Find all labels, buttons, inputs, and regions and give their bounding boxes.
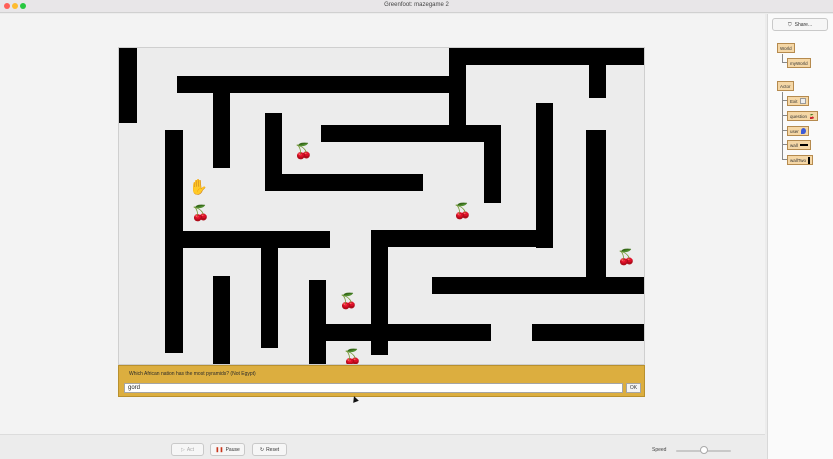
maze-wall [165, 130, 183, 353]
question-icon[interactable]: 🍒 [343, 350, 362, 364]
maze-wall [449, 48, 644, 65]
wall-class[interactable]: wall [787, 140, 811, 150]
maze-wall [321, 125, 501, 142]
window-titlebar: Greenfoot: mazegame 2 [0, 0, 833, 13]
actor-class[interactable]: Actor [777, 81, 794, 91]
exit-image-icon [799, 98, 806, 104]
reset-icon: ↻ [259, 446, 265, 453]
maze-wall [536, 103, 553, 248]
question-icon[interactable]: 🍒 [453, 204, 472, 219]
maze-wall [484, 125, 501, 203]
maze-wall [183, 231, 330, 248]
world-canvas[interactable]: 🍒 ✋ 🍒 🍒 🍒 🍒 🍒 [118, 47, 645, 365]
question-icon[interactable]: 🍒 [191, 206, 210, 221]
controls-bar: ▷ Act ❚❚ Pause ↻ Reset Speed [0, 434, 765, 459]
maze-wall [261, 248, 278, 348]
speed-label: Speed [652, 447, 667, 453]
myworld-class[interactable]: myWorld [787, 58, 811, 68]
maze-wall [449, 65, 466, 133]
maze-wall [589, 48, 606, 98]
maze-wall [326, 324, 491, 341]
world-class[interactable]: World [777, 43, 795, 53]
ok-button[interactable]: OK [626, 383, 641, 393]
ask-dialog: Which African nation has the most pyrami… [118, 365, 645, 397]
cherry-icon: 🍒 [809, 113, 815, 119]
user-icon[interactable]: ✋ [189, 180, 208, 195]
maze-wall [432, 277, 644, 294]
maze-wall [265, 174, 423, 191]
act-button[interactable]: ▷ Act [171, 443, 204, 456]
ask-question: Which African nation has the most pyrami… [129, 371, 256, 377]
maze-wall [213, 93, 230, 168]
pause-icon: ❚❚ [215, 446, 224, 453]
maze-wall [213, 276, 230, 364]
question-icon[interactable]: 🍒 [617, 250, 636, 265]
tree-line [782, 92, 783, 160]
wall-image-icon [799, 144, 808, 146]
exit-class[interactable]: Exit [787, 96, 809, 106]
user-class[interactable]: user [787, 126, 809, 136]
answer-input[interactable]: gord [124, 383, 623, 393]
share-button[interactable]: ⛉ Share... [772, 18, 828, 31]
walltwo-class[interactable]: wallTwo [787, 155, 814, 165]
class-browser: ⛉ Share... World myWorld Actor Exit quest… [767, 14, 833, 459]
maze-wall [177, 76, 449, 93]
maze-wall [371, 230, 551, 247]
maze-wall [119, 48, 137, 123]
question-icon[interactable]: 🍒 [339, 294, 358, 309]
maze-wall [586, 130, 606, 277]
walltwo-image-icon [808, 156, 811, 164]
question-class[interactable]: question 🍒 [787, 111, 818, 121]
pause-button[interactable]: ❚❚ Pause [210, 443, 245, 456]
speed-slider-knob[interactable] [700, 446, 708, 454]
step-icon: ▷ [180, 446, 185, 453]
reset-button[interactable]: ↻ Reset [252, 443, 287, 456]
share-icon: ⛉ [787, 21, 792, 28]
user-drop-icon [800, 128, 806, 134]
window-title: Greenfoot: mazegame 2 [384, 2, 449, 8]
maze-wall [532, 324, 644, 341]
question-icon[interactable]: 🍒 [294, 144, 313, 159]
maze-wall [309, 280, 326, 364]
